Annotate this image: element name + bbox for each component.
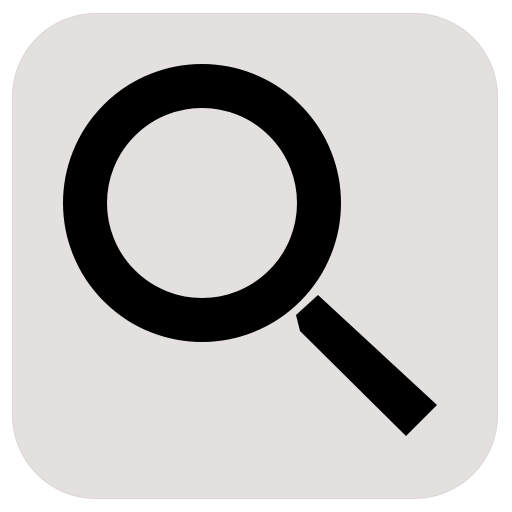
canvas <box>0 0 512 512</box>
magnifier-handle <box>296 295 437 436</box>
magnifier-lens <box>63 64 341 342</box>
search-icon <box>63 64 437 436</box>
search-app-icon[interactable] <box>12 13 498 499</box>
